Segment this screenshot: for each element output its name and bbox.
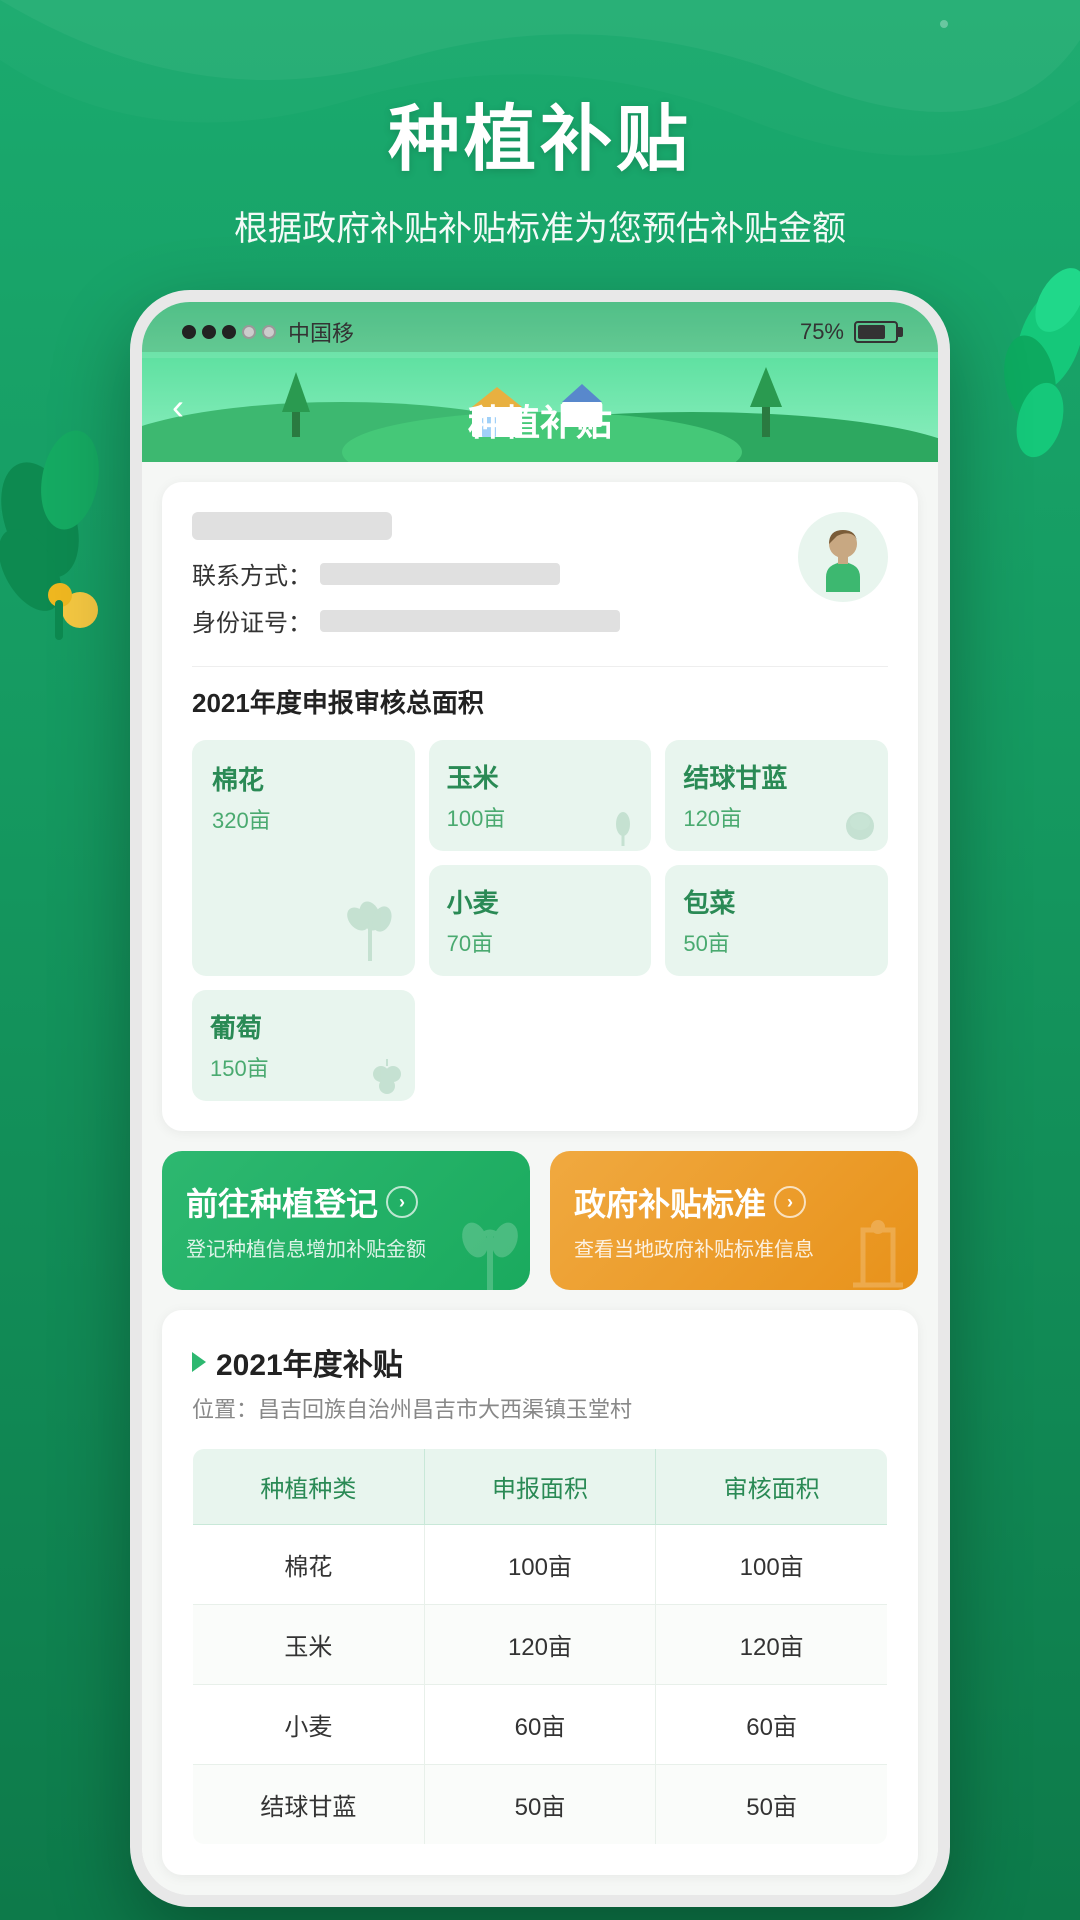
crops-grid: 棉花 320亩 玉米 100亩 <box>192 740 888 1101</box>
crop-icon-cotton <box>330 891 410 971</box>
cell-crop-1: 棉花 <box>193 1525 425 1605</box>
register-arrow: › <box>386 1186 418 1218</box>
location-text: 位置：昌吉回族自治州昌吉市大西渠镇玉堂村 <box>192 1392 888 1424</box>
cell-crop-3: 小麦 <box>193 1685 425 1765</box>
crop-name-grape: 葡萄 <box>210 1008 397 1045</box>
status-left: 中国移 <box>182 316 354 348</box>
contact-row: 联系方式： <box>192 556 798 591</box>
crop-area-pakchoi: 50亩 <box>683 926 870 958</box>
stats-title: 2021年度申报审核总面积 <box>192 683 888 720</box>
crop-name-wheat: 小麦 <box>447 883 634 920</box>
back-button[interactable]: ‹ <box>172 386 184 428</box>
avatar-icon <box>808 522 878 592</box>
contact-label: 联系方式： <box>192 556 312 591</box>
subsidy-title-row: 2021年度补贴 <box>192 1340 888 1384</box>
status-bar: 中国移 75% <box>142 302 938 358</box>
user-info-row: 联系方式： 身份证号： <box>192 512 888 650</box>
user-name-blurred <box>192 512 392 540</box>
crop-card-cabbage: 结球甘蓝 120亩 <box>665 740 888 851</box>
register-bg-icon <box>440 1205 530 1290</box>
crop-icon-corn <box>601 804 646 849</box>
cell-approved-1: 100亩 <box>656 1525 888 1605</box>
status-right: 75% <box>800 319 898 345</box>
triangle-icon <box>192 1352 206 1372</box>
crop-icon-grape <box>365 1054 410 1099</box>
crop-name-cabbage: 结球甘蓝 <box>683 758 870 795</box>
table-row: 小麦 60亩 60亩 <box>193 1685 888 1765</box>
contact-blurred <box>320 563 560 585</box>
card-divider <box>192 666 888 667</box>
cell-declared-4: 50亩 <box>424 1765 656 1845</box>
cell-declared-3: 60亩 <box>424 1685 656 1765</box>
signal-dot-5 <box>262 325 276 339</box>
crop-card-wheat: 小麦 70亩 <box>429 865 652 976</box>
crop-name-corn: 玉米 <box>447 758 634 795</box>
cell-approved-2: 120亩 <box>656 1605 888 1685</box>
col-header-approved: 审核面积 <box>656 1449 888 1525</box>
user-avatar <box>798 512 888 602</box>
battery-icon <box>854 321 898 343</box>
crop-area-wheat: 70亩 <box>447 926 634 958</box>
app-screen-title: 种植补贴 <box>468 394 612 446</box>
col-header-type: 种植种类 <box>193 1449 425 1525</box>
crop-card-grape: 葡萄 150亩 <box>192 990 415 1101</box>
battery-fill <box>858 325 885 339</box>
cell-declared-2: 120亩 <box>424 1605 656 1685</box>
table-body: 棉花 100亩 100亩 玉米 120亩 120亩 小麦 <box>193 1525 888 1845</box>
register-button[interactable]: 前往种植登记 › 登记种植信息增加补贴金额 <box>162 1151 530 1290</box>
action-buttons-row: 前往种植登记 › 登记种植信息增加补贴金额 政府补贴标准 › 查 <box>162 1151 918 1290</box>
user-info-left: 联系方式： 身份证号： <box>192 512 798 650</box>
standard-arrow: › <box>774 1186 806 1218</box>
subsidy-section: 2021年度补贴 位置：昌吉回族自治州昌吉市大西渠镇玉堂村 种植种类 申报面积 … <box>162 1310 918 1875</box>
id-blurred <box>320 610 620 632</box>
subsidy-title: 2021年度补贴 <box>216 1340 403 1384</box>
signal-dot-4 <box>242 325 256 339</box>
carrier-name: 中国移 <box>288 316 354 348</box>
table-row: 结球甘蓝 50亩 50亩 <box>193 1765 888 1845</box>
right-plant-decoration <box>950 220 1080 500</box>
user-card: 联系方式： 身份证号： <box>162 482 918 1131</box>
standard-bg-icon <box>833 1210 918 1290</box>
phone-frame: 中国移 75% <box>130 290 950 1907</box>
battery-percentage: 75% <box>800 319 844 345</box>
crop-card-cotton: 棉花 320亩 <box>192 740 415 976</box>
page-title: 种植补贴 <box>0 80 1080 185</box>
phone-mockup: 中国移 75% <box>130 290 950 1907</box>
crop-card-pakchoi: 包菜 50亩 <box>665 865 888 976</box>
id-label: 身份证号： <box>192 603 312 638</box>
cell-crop-2: 玉米 <box>193 1605 425 1685</box>
crop-name-cotton: 棉花 <box>212 760 395 797</box>
table-header: 种植种类 申报面积 审核面积 <box>193 1449 888 1525</box>
table-header-row: 种植种类 申报面积 审核面积 <box>193 1449 888 1525</box>
page-subtitle: 根据政府补贴补贴标准为您预估补贴金额 <box>0 201 1080 250</box>
id-row: 身份证号： <box>192 603 798 638</box>
standard-button[interactable]: 政府补贴标准 › 查看当地政府补贴标准信息 <box>550 1151 918 1290</box>
cell-approved-3: 60亩 <box>656 1685 888 1765</box>
crop-icon-cabbage <box>838 804 883 849</box>
table-row: 棉花 100亩 100亩 <box>193 1525 888 1605</box>
crop-name-pakchoi: 包菜 <box>683 883 870 920</box>
page-title-section: 种植补贴 根据政府补贴补贴标准为您预估补贴金额 <box>0 0 1080 250</box>
signal-dot-3 <box>222 325 236 339</box>
cell-approved-4: 50亩 <box>656 1765 888 1845</box>
crop-area-cotton: 320亩 <box>212 803 395 835</box>
signal-dot-1 <box>182 325 196 339</box>
col-header-declared: 申报面积 <box>424 1449 656 1525</box>
crop-card-corn: 玉米 100亩 <box>429 740 652 851</box>
subsidy-table: 种植种类 申报面积 审核面积 棉花 100亩 100亩 <box>192 1448 888 1845</box>
cell-declared-1: 100亩 <box>424 1525 656 1605</box>
cell-crop-4: 结球甘蓝 <box>193 1765 425 1845</box>
app-content: 联系方式： 身份证号： <box>142 462 938 1895</box>
signal-dot-2 <box>202 325 216 339</box>
table-row: 玉米 120亩 120亩 <box>193 1605 888 1685</box>
